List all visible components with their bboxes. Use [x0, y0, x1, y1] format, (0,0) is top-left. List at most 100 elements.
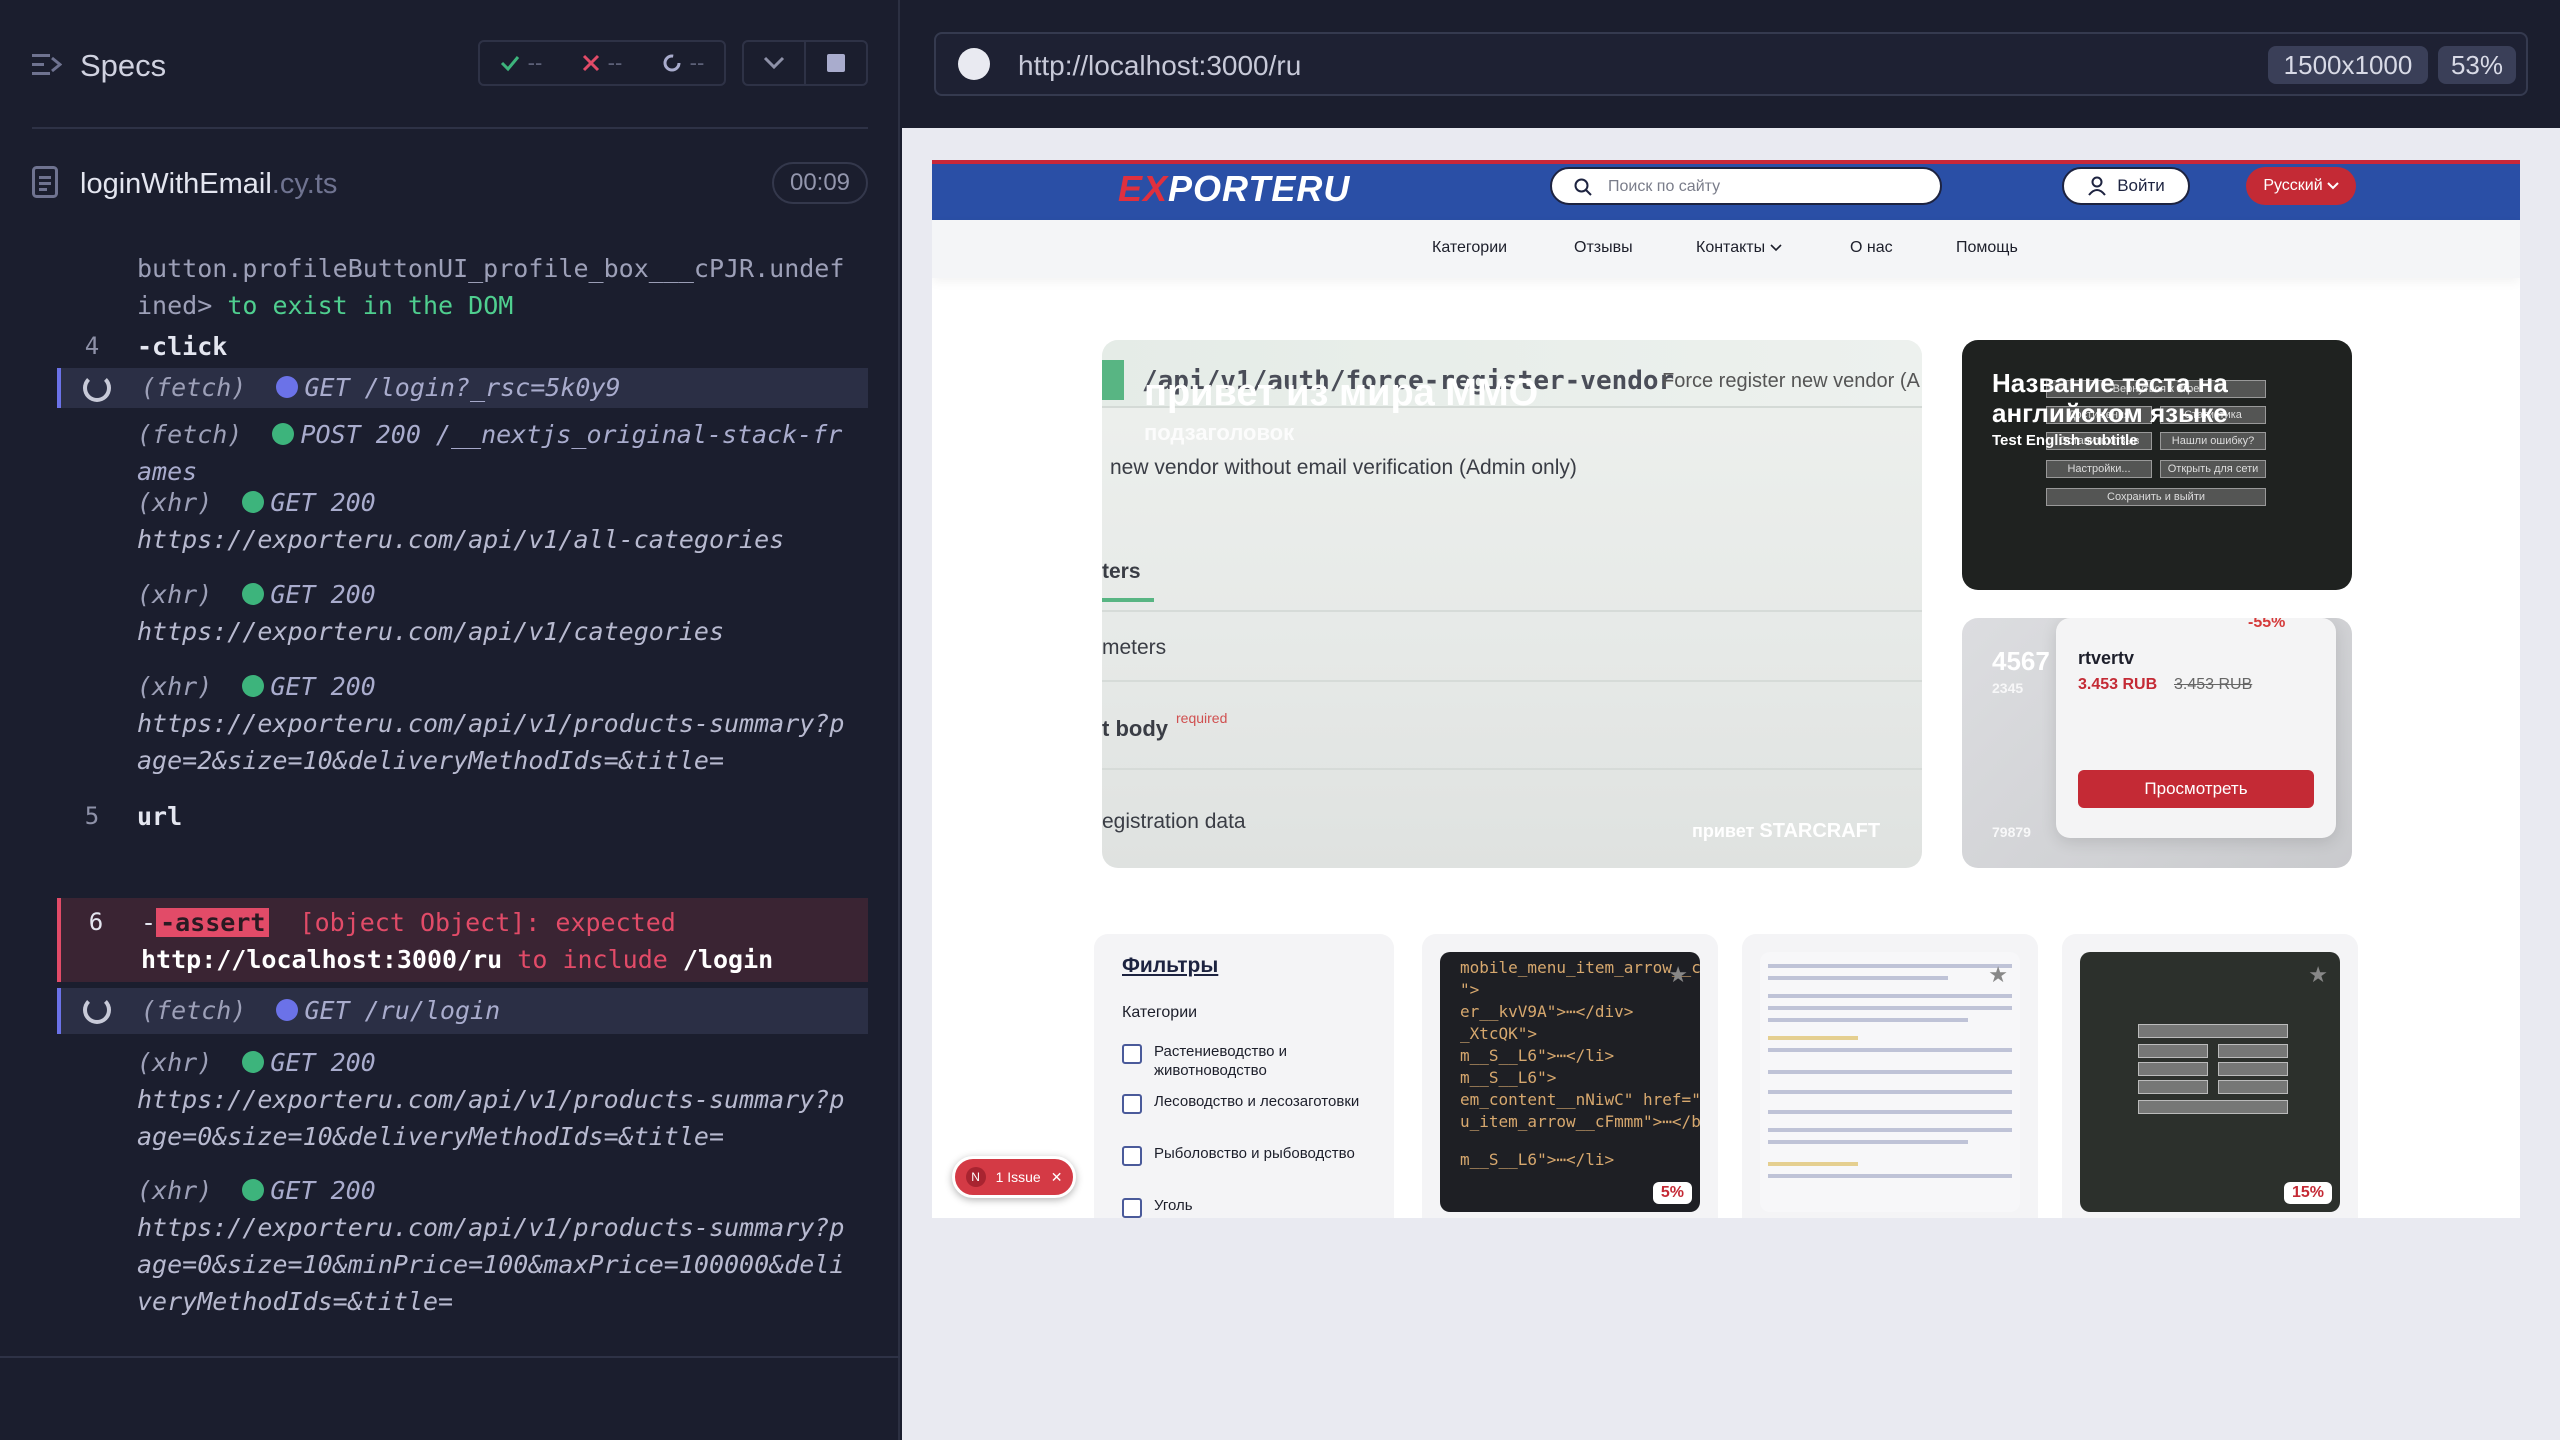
command-item[interactable]: 5 url [57, 798, 868, 842]
command-item-active[interactable]: (fetch) GET /login?_rsc=5k0y9 [57, 368, 868, 408]
url-bar[interactable]: http://localhost:3000/ru 1500x1000 53% [934, 32, 2528, 96]
hero-caption: привет STARCRAFT [1692, 820, 1880, 843]
user-icon [2088, 176, 2106, 196]
view-product-button[interactable]: Просмотреть [2078, 770, 2314, 808]
product-promo-card[interactable]: -55% 4567 2345 rtvertv 3.453 RUB 3.453 R… [1962, 618, 2352, 868]
search-icon [1574, 178, 1592, 196]
command-item[interactable]: (xhr) GET 200 https://exporteru.com/api/… [57, 576, 868, 656]
specs-title[interactable]: Specs [80, 48, 166, 84]
assert-label: -assert [156, 908, 270, 937]
checkbox[interactable] [1122, 1198, 1142, 1218]
login-label: Войти [2117, 176, 2165, 195]
hero-banner[interactable]: /api/v1/auth/force-register-vendor Force… [1102, 340, 1922, 868]
command-url: https://exporteru.com/api/v1/categories [137, 617, 724, 646]
hero-caption-bold: STARCRAFT [1759, 820, 1881, 842]
command-item[interactable]: (xhr) GET 200 https://exporteru.com/api/… [57, 668, 868, 788]
checkbox[interactable] [1122, 1094, 1142, 1114]
site-logo[interactable]: EXPORTERU [1118, 168, 1350, 210]
product-image: ★ [1760, 952, 2020, 1212]
specs-list-icon[interactable] [32, 52, 62, 78]
assert-value: /login [682, 945, 774, 974]
command-item[interactable]: (xhr) GET 200 https://exporteru.com/api/… [57, 1172, 868, 1332]
promo-card-footer-number: 79879 [1992, 824, 2031, 840]
search-placeholder: Поиск по сайту [1608, 178, 1721, 195]
command-item[interactable]: button.profileButtonUI_profile_box___cPJ… [57, 236, 868, 320]
aut-panel: http://localhost:3000/ru 1500x1000 53% E… [902, 0, 2560, 1440]
product-card[interactable]: mobile_menu_item_arrow__cFmm"> "> er__kv… [1422, 934, 1718, 1218]
command-suffix: to exist in the DOM [212, 291, 514, 320]
command-item[interactable]: (fetch) POST 200 /__nextjs_original-stac… [57, 404, 868, 486]
nav-about[interactable]: О нас [1850, 239, 1893, 257]
chevron-down-button[interactable] [744, 42, 804, 84]
nav-contacts-label: Контакты [1696, 239, 1766, 256]
site-search-input[interactable]: Поиск по сайту [1550, 167, 1942, 205]
filters-title[interactable]: Фильтры [1122, 954, 1218, 978]
card-bg-menu: Открыть для сети [2160, 460, 2266, 478]
hero-bg-line: t body [1102, 716, 1168, 741]
promo-card[interactable]: Вернуться к игре Достижения Статистика О… [1962, 340, 2352, 590]
nav-contacts[interactable]: Контакты [1696, 239, 1782, 257]
star-icon[interactable]: ★ [2308, 962, 2328, 988]
divider [32, 127, 868, 129]
product-card[interactable]: ★ [1742, 934, 2038, 1218]
filter-label: Растениеводство и животноводство [1154, 1043, 1288, 1079]
status-dot-icon [242, 1051, 265, 1073]
promo-card-big-number: 4567 [1992, 646, 2050, 676]
image-code-line: _XtcQK"> [1460, 1024, 1538, 1043]
star-icon[interactable]: ★ [1988, 962, 2008, 988]
promo-card-small-number: 2345 [1992, 680, 2024, 696]
star-icon[interactable]: ★ [1668, 962, 1688, 988]
status-dot-icon [276, 999, 299, 1021]
hero-bg-line: ters [1102, 560, 1141, 583]
viewport-size-badge[interactable]: 1500x1000 [2268, 46, 2428, 84]
promo-card-subtitle: Test English subtitle [1992, 432, 2138, 449]
check-icon [500, 56, 519, 72]
command-url: https://exporteru.com/api/v1/products-su… [137, 1213, 845, 1316]
command-item[interactable]: (xhr) GET 200 https://exporteru.com/api/… [57, 1044, 868, 1164]
product-card[interactable]: ★ 15% [2062, 934, 2358, 1218]
checkbox[interactable] [1122, 1044, 1142, 1064]
spec-file-name: loginWithEmail.cy.ts [80, 168, 337, 201]
image-code-line: m__S__L6">⋯</li> [1460, 1046, 1615, 1065]
site-frame: EXPORTERU Поиск по сайту Войти Русский К… [932, 160, 2520, 1218]
command-item[interactable]: 4 -click [57, 328, 868, 372]
spec-file-row[interactable]: loginWithEmail.cy.ts 00:09 [0, 150, 900, 216]
assert-operator: to include [517, 945, 668, 974]
nav-help[interactable]: Помощь [1956, 239, 2018, 257]
image-code-line: u_item_arrow__cFmmm">⋯</button [1460, 1112, 1700, 1131]
command-item-failed[interactable]: 6 - -assert [object Object]: expected htt… [57, 898, 868, 982]
issue-indicator[interactable]: N 1 Issue ✕ [952, 1156, 1076, 1198]
discount-badge: 15% [2283, 1182, 2332, 1204]
hero-title: привет из мира ММО [1144, 372, 1539, 414]
command-text: button.profileButtonUI_profile_box___cPJ… [137, 250, 857, 324]
command-url: https://exporteru.com/api/v1/all-categor… [137, 525, 785, 554]
product-image: ★ 15% [2080, 952, 2340, 1212]
stop-button[interactable] [804, 42, 866, 84]
checkbox[interactable] [1122, 1146, 1142, 1166]
file-basename: loginWithEmail [80, 168, 272, 200]
command-method: GET 200 [270, 580, 376, 609]
hero-subtitle: подзаголовок [1144, 420, 1295, 445]
nav-reviews[interactable]: Отзывы [1574, 239, 1633, 257]
product-price: 3.453 RUB [2078, 676, 2158, 693]
command-type: (xhr) [137, 1048, 213, 1077]
filter-label: Уголь [1154, 1197, 1193, 1214]
login-button[interactable]: Войти [2062, 167, 2190, 205]
command-text: (xhr) GET 200 https://exporteru.com/api/… [137, 576, 857, 650]
language-select[interactable]: Русский [2246, 167, 2356, 205]
url-text[interactable]: http://localhost:3000/ru [1018, 50, 1301, 82]
command-text: -click [137, 332, 228, 361]
nav-categories[interactable]: Категории [1432, 239, 1507, 257]
command-log[interactable]: button.profileButtonUI_profile_box___cPJ… [57, 236, 868, 1340]
pending-stat: -- [662, 50, 704, 76]
failed-count: -- [607, 50, 623, 75]
command-item-active[interactable]: (fetch) GET /ru/login [57, 988, 868, 1034]
x-icon [582, 54, 599, 72]
command-type: (xhr) [137, 580, 213, 609]
hero-bg-line: meters [1102, 636, 1167, 659]
hero-bg-api-desc: Force register new vendor (A [1662, 370, 1920, 392]
command-item[interactable]: (xhr) GET 200 https://exporteru.com/api/… [57, 484, 868, 564]
logo-prefix: EX [1118, 168, 1169, 209]
close-icon[interactable]: ✕ [1051, 1169, 1063, 1186]
hero-bg-required: required [1176, 710, 1228, 726]
